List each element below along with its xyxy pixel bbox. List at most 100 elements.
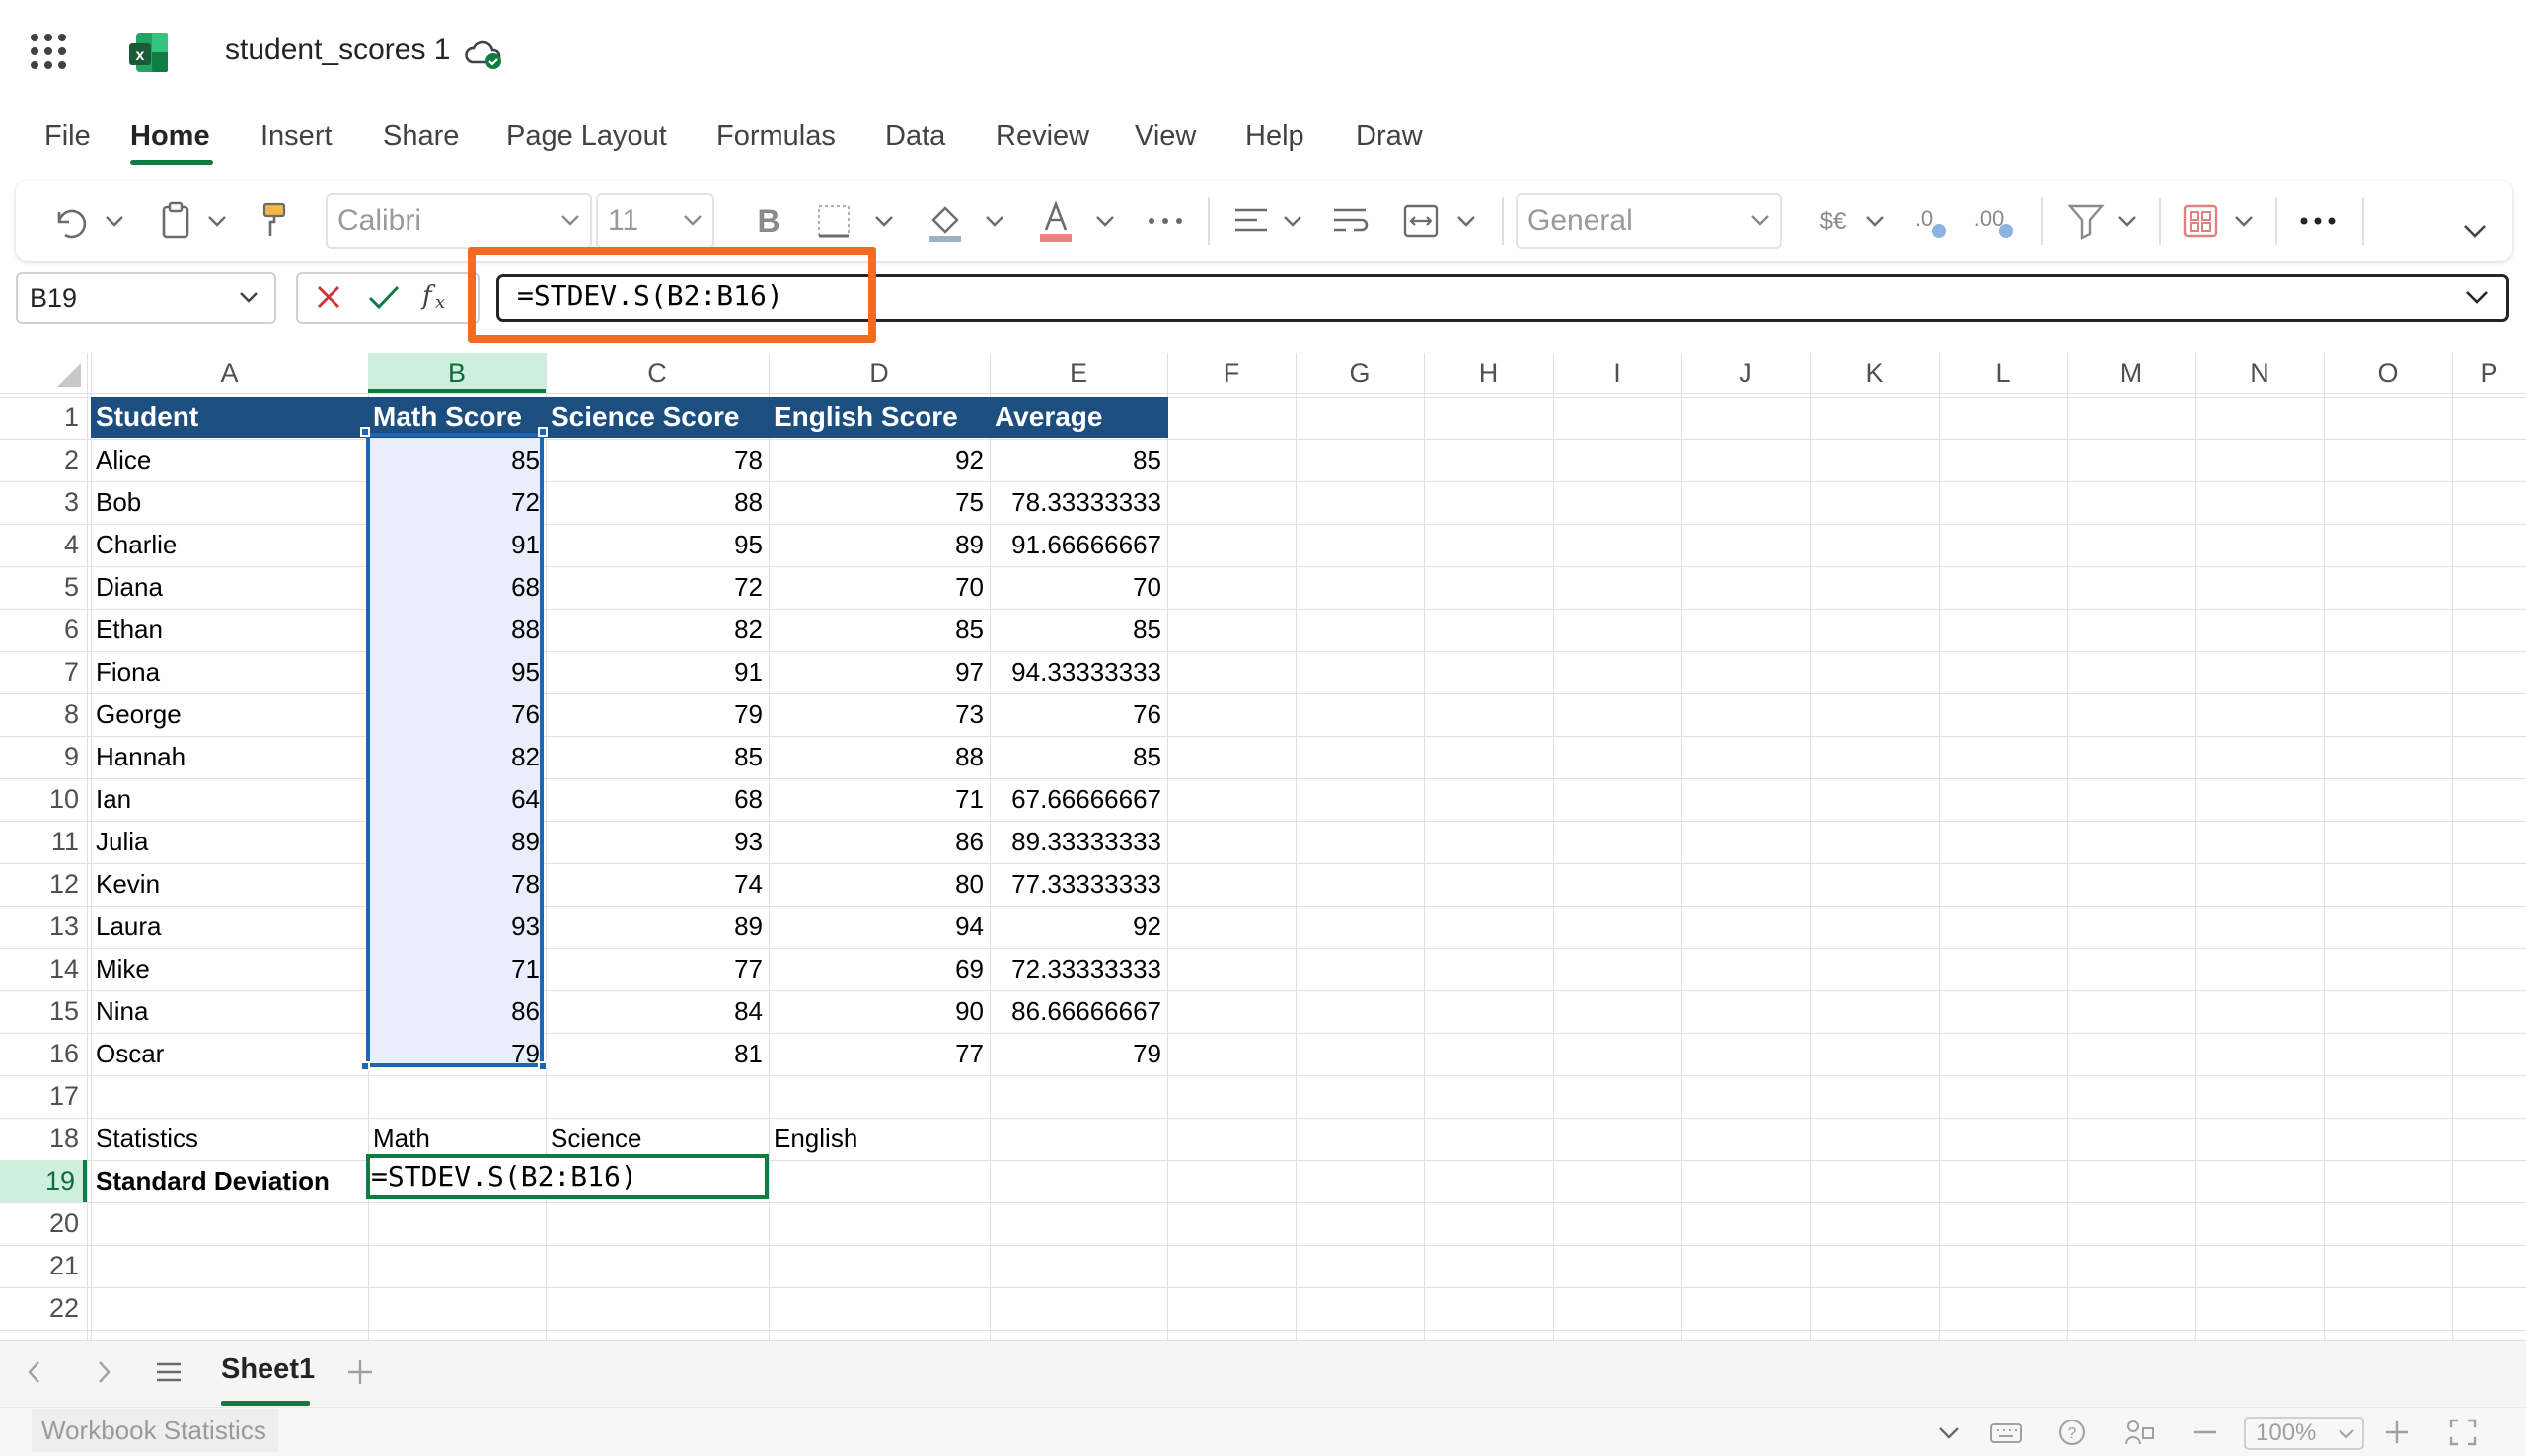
row-header-21[interactable]: 21 — [0, 1245, 87, 1287]
cell-e14[interactable]: 72.33333333 — [990, 948, 1167, 990]
fullscreen-icon[interactable] — [2447, 1417, 2479, 1448]
cell-a2[interactable]: Alice — [91, 439, 368, 481]
selection-handle-bottom-left[interactable] — [360, 1061, 370, 1071]
cell-a10[interactable]: Ian — [91, 778, 368, 821]
tab-insert[interactable]: Insert — [260, 120, 333, 153]
document-title[interactable]: student_scores 1 — [225, 34, 450, 67]
column-header-g[interactable]: G — [1296, 353, 1424, 393]
column-header-j[interactable]: J — [1681, 353, 1810, 393]
font-size-combo[interactable]: 11 — [596, 193, 714, 249]
cell-a16[interactable]: Oscar — [91, 1033, 368, 1075]
cell-c4[interactable]: 95 — [546, 524, 769, 566]
cell-d13[interactable]: 94 — [769, 906, 990, 948]
cell-a4[interactable]: Charlie — [91, 524, 368, 566]
column-header-c[interactable]: C — [546, 353, 769, 393]
font-name-combo[interactable]: Calibri — [326, 193, 592, 249]
cell-e4[interactable]: 91.66666667 — [990, 524, 1167, 566]
cell-e5[interactable]: 70 — [990, 566, 1167, 609]
row-header-19[interactable]: 19 — [0, 1160, 87, 1202]
tab-home[interactable]: Home — [130, 120, 210, 153]
keyboard-icon[interactable] — [1989, 1419, 2023, 1448]
name-box-chevron-icon[interactable] — [237, 288, 260, 308]
row-header-22[interactable]: 22 — [0, 1287, 87, 1330]
align-dropdown-chevron-icon[interactable] — [1281, 198, 1304, 244]
column-header-p[interactable]: P — [2452, 353, 2526, 393]
cell-d18[interactable]: English — [769, 1118, 990, 1160]
more-font-options-icon[interactable] — [1145, 198, 1186, 244]
column-header-d[interactable]: D — [769, 353, 990, 393]
select-all-corner-icon[interactable] — [55, 361, 85, 389]
cell-a8[interactable]: George — [91, 693, 368, 736]
cell-d3[interactable]: 75 — [769, 481, 990, 524]
column-header-l[interactable]: L — [1939, 353, 2067, 393]
undo-icon[interactable] — [49, 198, 89, 244]
sheet-tab-sheet1[interactable]: Sheet1 — [221, 1353, 315, 1386]
row-header-20[interactable]: 20 — [0, 1202, 87, 1245]
fill-color-dropdown-chevron-icon[interactable] — [983, 198, 1006, 244]
font-color-dropdown-chevron-icon[interactable] — [1093, 198, 1117, 244]
cell-a3[interactable]: Bob — [91, 481, 368, 524]
row-header-9[interactable]: 9 — [0, 736, 87, 778]
paste-dropdown-chevron-icon[interactable] — [205, 198, 229, 244]
row-header-5[interactable]: 5 — [0, 566, 87, 609]
tab-view[interactable]: View — [1135, 120, 1196, 153]
cell-c5[interactable]: 72 — [546, 566, 769, 609]
merge-dropdown-chevron-icon[interactable] — [1454, 198, 1478, 244]
cell-a12[interactable]: Kevin — [91, 863, 368, 906]
cell-d6[interactable]: 85 — [769, 609, 990, 651]
format-painter-icon[interactable] — [259, 198, 292, 244]
cell-d14[interactable]: 69 — [769, 948, 990, 990]
bold-icon[interactable]: B — [752, 198, 785, 244]
zoom-out-icon[interactable] — [2191, 1419, 2220, 1446]
cell-styles-icon[interactable] — [2181, 198, 2220, 244]
cell-c8[interactable]: 79 — [546, 693, 769, 736]
row-header-11[interactable]: 11 — [0, 821, 87, 863]
column-header-k[interactable]: K — [1810, 353, 1939, 393]
zoom-in-icon[interactable] — [2382, 1419, 2412, 1446]
row-header-8[interactable]: 8 — [0, 693, 87, 736]
selection-handle-top-right[interactable] — [538, 427, 548, 437]
cell-c10[interactable]: 68 — [546, 778, 769, 821]
column-header-i[interactable]: I — [1553, 353, 1681, 393]
cell-e7[interactable]: 94.33333333 — [990, 651, 1167, 693]
column-header-b[interactable]: B — [368, 353, 546, 393]
row-header-7[interactable]: 7 — [0, 651, 87, 693]
tab-review[interactable]: Review — [996, 120, 1089, 153]
cell-e8[interactable]: 76 — [990, 693, 1167, 736]
zoom-level-dropdown[interactable]: 100% — [2244, 1417, 2364, 1450]
cell-e3[interactable]: 78.33333333 — [990, 481, 1167, 524]
font-color-icon[interactable] — [1036, 198, 1076, 244]
all-sheets-menu-icon[interactable] — [154, 1357, 184, 1387]
cell-d16[interactable]: 77 — [769, 1033, 990, 1075]
cell-c7[interactable]: 91 — [546, 651, 769, 693]
cell-d2[interactable]: 92 — [769, 439, 990, 481]
row-header-3[interactable]: 3 — [0, 481, 87, 524]
cell-e15[interactable]: 86.66666667 — [990, 990, 1167, 1033]
tab-data[interactable]: Data — [885, 120, 945, 153]
next-sheet-icon[interactable] — [91, 1357, 116, 1387]
cell-e2[interactable]: 85 — [990, 439, 1167, 481]
align-icon[interactable] — [1231, 198, 1271, 244]
cell-a14[interactable]: Mike — [91, 948, 368, 990]
tab-file[interactable]: File — [44, 120, 91, 153]
cell-c2[interactable]: 78 — [546, 439, 769, 481]
cell-a11[interactable]: Julia — [91, 821, 368, 863]
cell-a9[interactable]: Hannah — [91, 736, 368, 778]
tab-draw[interactable]: Draw — [1356, 120, 1423, 153]
add-sheet-icon[interactable] — [345, 1357, 375, 1387]
column-header-m[interactable]: M — [2067, 353, 2195, 393]
cell-c11[interactable]: 93 — [546, 821, 769, 863]
cell-c13[interactable]: 89 — [546, 906, 769, 948]
more-options-icon[interactable] — [2297, 198, 2339, 244]
cell-c15[interactable]: 84 — [546, 990, 769, 1033]
wrap-text-icon[interactable] — [1330, 198, 1372, 244]
cell-e11[interactable]: 89.33333333 — [990, 821, 1167, 863]
currency-dropdown-chevron-icon[interactable] — [1863, 198, 1887, 244]
header-cell-c1[interactable]: Science Score — [546, 397, 769, 438]
cell-a13[interactable]: Laura — [91, 906, 368, 948]
header-cell-a1[interactable]: Student — [91, 397, 368, 438]
cell-d15[interactable]: 90 — [769, 990, 990, 1033]
cell-d11[interactable]: 86 — [769, 821, 990, 863]
cancel-entry-icon[interactable] — [314, 282, 343, 312]
cell-d10[interactable]: 71 — [769, 778, 990, 821]
